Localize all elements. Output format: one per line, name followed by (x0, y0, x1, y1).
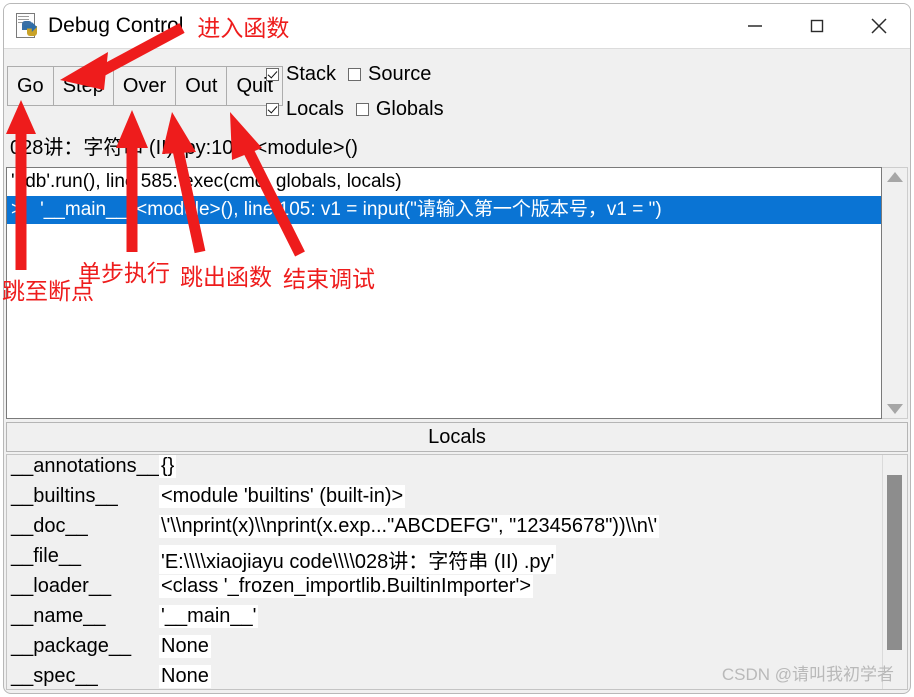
local-value: {} (159, 455, 177, 478)
go-button[interactable]: Go (7, 66, 54, 106)
stack-panel[interactable]: 'bdb'.run(), line 585: exec(cmd, globals… (6, 167, 882, 419)
annotation-end-debug: 结束调试 (283, 266, 375, 292)
window-controls (724, 4, 910, 48)
python-document-icon (14, 12, 40, 40)
annotation-step-execute: 单步执行 (78, 260, 170, 286)
stack-checkbox-label: Stack (286, 63, 337, 85)
stack-line[interactable]: 'bdb'.run(), line 585: exec(cmd, globals… (7, 168, 881, 196)
step-button[interactable]: Step (52, 66, 114, 106)
title-bar: Debug Control 进入函数 (4, 4, 910, 48)
close-button[interactable] (848, 4, 910, 48)
locals-checkbox-box (266, 103, 279, 116)
local-name: __package__ (11, 635, 132, 657)
debug-view-checkboxes: Stack Source Locals Globals (266, 57, 516, 127)
locals-scrollbar[interactable] (882, 455, 907, 689)
current-frame-marker: > (11, 199, 23, 220)
locals-panel: __annotations__ {} __builtins__ <module … (6, 454, 908, 690)
globals-checkbox-label: Globals (375, 98, 444, 120)
stack-line-selected-text: '__main__'.<module>(), line 105: v1 = in… (40, 199, 662, 220)
local-value: '__main__' (159, 605, 259, 628)
screenshot-root: Debug Control 进入函数 Go Step Over Out Quit… (0, 0, 914, 697)
local-name: __loader__ (11, 575, 112, 597)
stack-scrollbar[interactable] (882, 167, 908, 419)
debug-control-window: Debug Control 进入函数 Go Step Over Out Quit… (3, 3, 911, 694)
window-title: Debug Control (48, 14, 184, 37)
table-row[interactable]: __file__ 'E:\\\\xiaojiayu code\\\\028讲：字… (7, 545, 882, 575)
local-name: __file__ (11, 545, 82, 567)
globals-checkbox[interactable]: Globals (355, 98, 444, 121)
debug-button-row: Go Step Over Out Quit (7, 66, 284, 106)
local-value: <class '_frozen_importlib.BuiltinImporte… (159, 575, 534, 598)
stack-checkbox-box (266, 68, 279, 81)
locals-checkbox-label: Locals (286, 98, 344, 120)
status-line: 028讲：字符串 (II) .py:105: <module>() (4, 131, 910, 167)
local-name: __annotations__ (11, 455, 159, 477)
globals-checkbox-box (355, 103, 369, 116)
local-name: __doc__ (11, 515, 88, 537)
source-checkbox[interactable]: Source (348, 63, 431, 86)
table-row[interactable]: __builtins__ <module 'builtins' (built-i… (7, 485, 882, 515)
stack-line-selected[interactable]: > '__main__'.<module>(), line 105: v1 = i… (7, 196, 881, 224)
locals-table[interactable]: __annotations__ {} __builtins__ <module … (7, 455, 882, 689)
annotation-step-out: 跳出函数 (180, 264, 272, 290)
local-value: None (159, 635, 211, 658)
local-value: 'E:\\\\xiaojiayu code\\\\028讲：字符串 (II) .… (159, 545, 557, 574)
local-value: \'\\nprint(x)\\nprint(x.exp..."ABCDEFG",… (159, 515, 660, 538)
stack-panel-wrapper: 'bdb'.run(), line 585: exec(cmd, globals… (6, 167, 908, 419)
table-row[interactable]: __annotations__ {} (7, 455, 882, 485)
local-name: __spec__ (11, 665, 98, 687)
watermark: CSDN @请叫我初学者 (721, 665, 894, 684)
locals-scrollbar-thumb[interactable] (887, 475, 902, 650)
scroll-up-icon[interactable] (886, 172, 903, 182)
local-name: __builtins__ (11, 485, 118, 507)
table-row[interactable]: __loader__ <class '_frozen_importlib.Bui… (7, 575, 882, 605)
local-value: <module 'builtins' (built-in)> (159, 485, 406, 508)
source-checkbox-label: Source (368, 63, 432, 85)
scroll-down-icon[interactable] (886, 404, 903, 414)
source-checkbox-box (348, 68, 362, 81)
maximize-button[interactable] (786, 4, 848, 48)
table-row[interactable]: __doc__ \'\\nprint(x)\\nprint(x.exp..."A… (7, 515, 882, 545)
over-button[interactable]: Over (112, 66, 177, 106)
annotation-title-step-into: 进入函数 (197, 15, 290, 41)
locals-header: Locals (6, 422, 908, 452)
debug-toolbar: Go Step Over Out Quit Stack Source Local… (4, 48, 910, 131)
locals-checkbox[interactable]: Locals (266, 98, 344, 121)
local-name: __name__ (11, 605, 106, 627)
out-button[interactable]: Out (175, 66, 228, 106)
minimize-button[interactable] (724, 4, 786, 48)
local-value: None (159, 665, 211, 688)
stack-checkbox[interactable]: Stack (266, 63, 336, 86)
table-row[interactable]: __name__ '__main__' (7, 605, 882, 635)
